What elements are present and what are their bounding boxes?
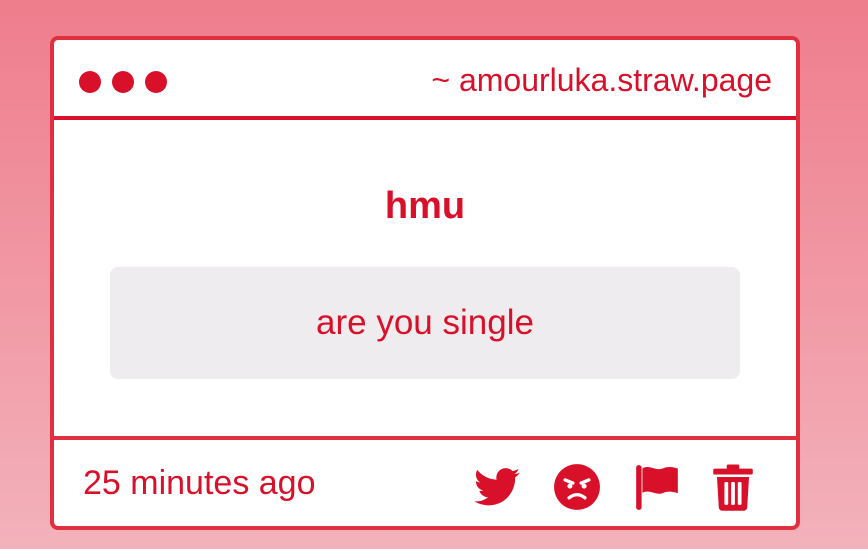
prompt-title: hmu <box>384 185 466 227</box>
card-content: hmu are you single <box>54 120 796 436</box>
trash-icon[interactable] <box>708 462 758 512</box>
card-footer: 25 minutes ago <box>54 436 796 526</box>
window-dot-icon <box>112 71 134 93</box>
window-dot-icon <box>145 71 167 93</box>
page-url[interactable]: ~ amourluka.straw.page <box>431 60 772 100</box>
window-titlebar: ~ amourluka.straw.page <box>54 40 796 120</box>
window-dot-icon <box>79 71 101 93</box>
message-bubble: are you single <box>110 267 740 379</box>
twitter-icon[interactable] <box>472 462 522 512</box>
message-card: ~ amourluka.straw.page hmu are you singl… <box>50 36 800 530</box>
angry-face-icon[interactable] <box>552 462 602 512</box>
flag-icon[interactable] <box>632 462 682 512</box>
timestamp: 25 minutes ago <box>83 464 316 502</box>
